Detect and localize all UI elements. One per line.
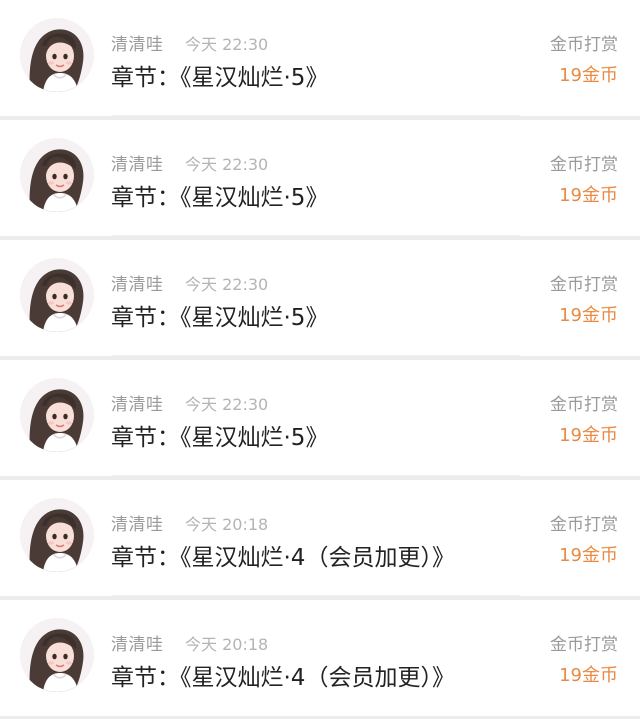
timestamp: 今天 20:18 <box>185 635 269 654</box>
list-item[interactable]: 清清哇 今天 20:18 章节：《星汉灿烂·4（会员加更）》 金币打赏 19金币 <box>0 480 640 596</box>
avatar-illustration-icon <box>20 138 94 212</box>
avatar-illustration-icon <box>20 498 94 572</box>
timestamp: 今天 22:30 <box>185 275 269 294</box>
avatar[interactable] <box>20 258 94 332</box>
user-name: 清清哇 <box>111 635 164 655</box>
reward-amount: 19金币 <box>559 665 618 686</box>
reward-amount: 19金币 <box>559 545 618 566</box>
reward-action: 金币打赏 <box>550 515 618 535</box>
list-item[interactable]: 清清哇 今天 22:30 章节：《星汉灿烂·5》 金币打赏 19金币 <box>0 0 640 116</box>
timestamp: 今天 22:30 <box>185 395 269 414</box>
avatar-illustration-icon <box>20 18 94 92</box>
reward-list: 清清哇 今天 22:30 章节：《星汉灿烂·5》 金币打赏 19金币 清清哇 今… <box>0 0 640 719</box>
chapter-title: 章节：《星汉灿烂·5》 <box>111 65 329 91</box>
user-name: 清清哇 <box>111 515 164 535</box>
reward-action: 金币打赏 <box>550 395 618 415</box>
user-name: 清清哇 <box>111 395 164 415</box>
chapter-title: 章节：《星汉灿烂·5》 <box>111 425 329 451</box>
chapter-title: 章节：《星汉灿烂·4（会员加更）》 <box>111 665 455 691</box>
list-item[interactable]: 清清哇 今天 22:30 章节：《星汉灿烂·5》 金币打赏 19金币 <box>0 120 640 236</box>
reward-action: 金币打赏 <box>550 275 618 295</box>
avatar[interactable] <box>20 18 94 92</box>
user-name: 清清哇 <box>111 35 164 55</box>
chapter-title: 章节：《星汉灿烂·5》 <box>111 185 329 211</box>
user-name: 清清哇 <box>111 155 164 175</box>
list-item[interactable]: 清清哇 今天 20:18 章节：《星汉灿烂·4（会员加更）》 金币打赏 19金币 <box>0 600 640 716</box>
reward-action: 金币打赏 <box>550 35 618 55</box>
reward-action: 金币打赏 <box>550 155 618 175</box>
list-item[interactable]: 清清哇 今天 22:30 章节：《星汉灿烂·5》 金币打赏 19金币 <box>0 360 640 476</box>
avatar-illustration-icon <box>20 378 94 452</box>
timestamp: 今天 22:30 <box>185 155 269 174</box>
chapter-title: 章节：《星汉灿烂·4（会员加更）》 <box>111 545 455 571</box>
timestamp: 今天 20:18 <box>185 515 269 534</box>
reward-action: 金币打赏 <box>550 635 618 655</box>
reward-amount: 19金币 <box>559 185 618 206</box>
timestamp: 今天 22:30 <box>185 35 269 54</box>
avatar[interactable] <box>20 138 94 212</box>
reward-amount: 19金币 <box>559 425 618 446</box>
avatar[interactable] <box>20 498 94 572</box>
avatar[interactable] <box>20 378 94 452</box>
avatar-illustration-icon <box>20 258 94 332</box>
user-name: 清清哇 <box>111 275 164 295</box>
list-item[interactable]: 清清哇 今天 22:30 章节：《星汉灿烂·5》 金币打赏 19金币 <box>0 240 640 356</box>
chapter-title: 章节：《星汉灿烂·5》 <box>111 305 329 331</box>
avatar-illustration-icon <box>20 618 94 692</box>
reward-amount: 19金币 <box>559 305 618 326</box>
reward-amount: 19金币 <box>559 65 618 86</box>
avatar[interactable] <box>20 618 94 692</box>
